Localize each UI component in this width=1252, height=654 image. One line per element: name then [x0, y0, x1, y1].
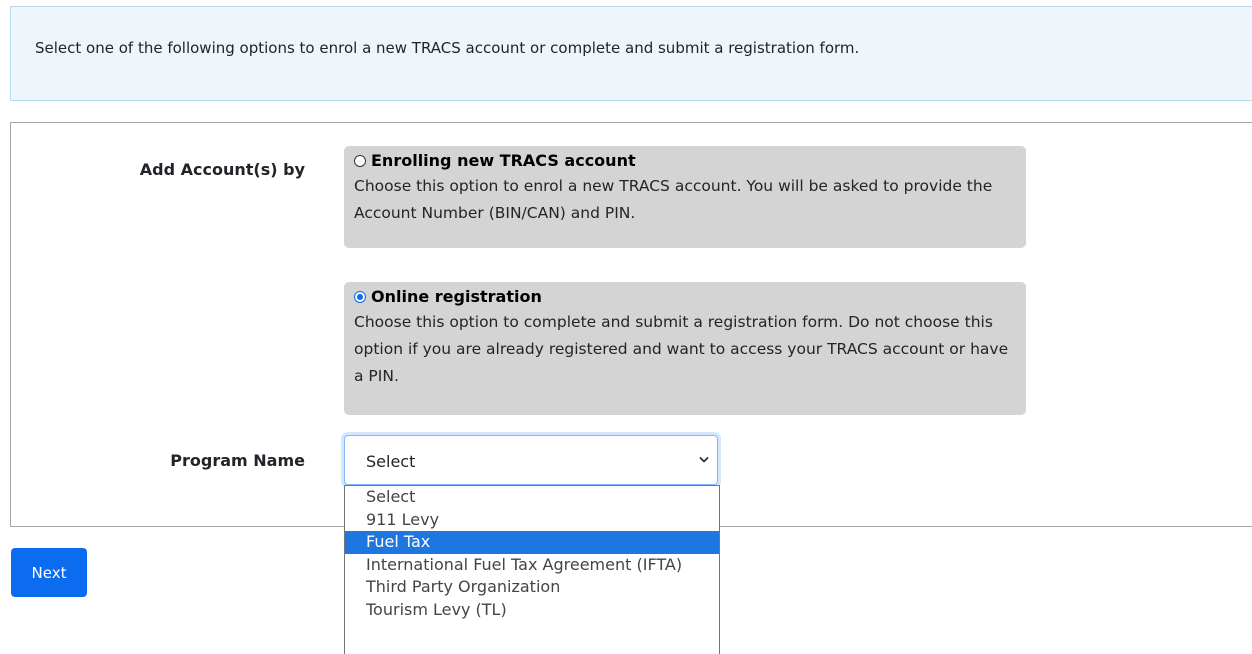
add-account-label: Add Account(s) by [139, 160, 305, 179]
option-enrol-description: Choose this option to enrol a new TRACS … [354, 177, 993, 222]
program-name-label: Program Name [170, 451, 305, 470]
program-dropdown-list[interactable]: Select 911 Levy Fuel Tax International F… [344, 485, 720, 654]
info-box: Select one of the following options to e… [10, 6, 1252, 101]
dropdown-option[interactable]: Third Party Organization [345, 576, 719, 599]
option-enrol-title-row[interactable]: Enrolling new TRACS account [354, 150, 1016, 172]
option-online-title-row[interactable]: Online registration [354, 286, 1016, 308]
dropdown-option[interactable]: Select [345, 486, 719, 509]
option-enrol-title: Enrolling new TRACS account [371, 151, 636, 170]
option-online-card[interactable]: Online registration Choose this option t… [344, 282, 1026, 415]
chevron-down-icon [699, 457, 709, 463]
info-text: Select one of the following options to e… [35, 39, 860, 57]
page: Select one of the following options to e… [0, 0, 1252, 654]
program-select-value: Select [366, 452, 416, 471]
program-name-select[interactable]: Select [344, 435, 718, 485]
option-online-description: Choose this option to complete and submi… [354, 313, 1009, 385]
radio-online[interactable] [354, 291, 366, 303]
next-button[interactable]: Next [11, 548, 87, 597]
dropdown-option[interactable]: Tourism Levy (TL) [345, 599, 719, 622]
option-enrol-card[interactable]: Enrolling new TRACS account Choose this … [344, 146, 1026, 248]
dropdown-option[interactable]: 911 Levy [345, 509, 719, 532]
dropdown-option-highlighted[interactable]: Fuel Tax [345, 531, 719, 554]
radio-enrol[interactable] [354, 155, 366, 167]
dropdown-option[interactable]: International Fuel Tax Agreement (IFTA) [345, 554, 719, 577]
option-online-title: Online registration [371, 287, 542, 306]
